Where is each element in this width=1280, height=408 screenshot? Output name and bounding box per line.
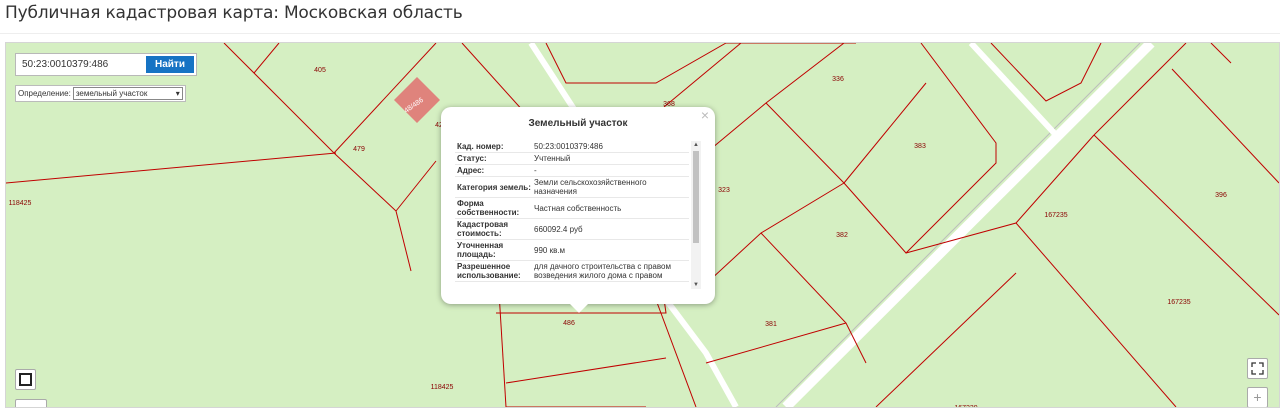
select-area-icon [19, 373, 32, 386]
table-row: Форма собственности: Частная собственност… [455, 198, 689, 219]
road-main-edge [775, 43, 1141, 407]
info-label: Категория земель: [457, 182, 531, 192]
popup-title: Земельный участок [528, 118, 628, 129]
parcel-label: 382 [836, 232, 848, 239]
table-row: Статус: Учтенный [455, 153, 689, 165]
parcel-label: 118425 [9, 200, 32, 207]
search-box: Найти [15, 53, 197, 76]
scroll-down-icon[interactable]: ▼ [691, 281, 701, 289]
fullscreen-icon [1251, 362, 1264, 375]
select-area-button[interactable] [15, 369, 36, 390]
definition-select[interactable]: земельный участок ▾ [72, 87, 183, 100]
info-value: 990 кв.м [534, 245, 566, 255]
scroll-thumb[interactable] [693, 151, 699, 243]
info-value: Земли сельскохозяйственного назначения [534, 178, 647, 196]
parcel-label: 118425 [431, 384, 454, 391]
table-row: Кадастровая стоимость: 660092.4 руб [455, 219, 689, 240]
fullscreen-button[interactable] [1247, 358, 1268, 379]
table-row: Категория земель: Земли сельскохозяйствен… [455, 177, 689, 198]
definition-selected: земельный участок [75, 89, 148, 98]
info-value: - [534, 166, 537, 175]
info-label: Уточненная площадь: [457, 241, 504, 259]
search-button[interactable]: Найти [146, 56, 194, 73]
info-label: Форма собственности: [457, 199, 520, 217]
parcel-label: 405 [314, 67, 326, 74]
parcel-label: 383 [914, 143, 926, 150]
chevron-down-icon: ▾ [175, 89, 180, 98]
popup-scrollbar[interactable]: ▲ ▼ [691, 141, 701, 289]
map-tool-button[interactable] [15, 399, 47, 407]
info-value: 660092.4 руб [534, 224, 583, 234]
info-label: Разрешенное использование: [457, 262, 521, 280]
parcel-label: 381 [765, 321, 777, 328]
cadastral-map[interactable]: 405 336 368 42 479 383 396 323 118425 16… [5, 42, 1280, 408]
definition-row: Определение: земельный участок ▾ [15, 85, 186, 102]
road-main [782, 43, 1155, 407]
parcel-label: 323 [718, 187, 730, 194]
parcel-label: 486 [563, 320, 575, 327]
info-label: Статус: [457, 154, 487, 163]
zoom-in-button[interactable]: + [1247, 387, 1268, 407]
parcel-label: 336 [832, 76, 844, 83]
info-value: Частная собственность [534, 203, 622, 213]
table-row: Адрес: - [455, 165, 689, 177]
table-row: Кад. номер: 50:23:0010379:486 [455, 141, 689, 153]
title-divider [0, 33, 1280, 34]
parcel-popup: × Земельный участок Кад. номер: 50:23:001… [441, 107, 715, 313]
info-value: 50:23:0010379:486 [534, 142, 603, 151]
parcel-label: 167239 [954, 405, 977, 407]
parcel-label: 479 [353, 146, 365, 153]
parcel-info-table: Кад. номер: 50:23:0010379:486 Статус: Учте… [455, 141, 689, 282]
search-input[interactable] [19, 56, 151, 73]
popup-body[interactable]: Кад. номер: 50:23:0010379:486 Статус: Учте… [455, 141, 701, 291]
info-label: Кадастровая стоимость: [457, 220, 509, 238]
table-row: Уточненная площадь: 990 кв.м [455, 240, 689, 261]
parcel-label: 396 [1215, 192, 1227, 199]
table-row: Разрешенное использование: для дачного ст… [455, 261, 689, 282]
parcel-label: 167235 [1044, 212, 1067, 219]
scroll-up-icon[interactable]: ▲ [691, 141, 701, 149]
page-title: Публичная кадастровая карта: Московская … [5, 3, 463, 23]
info-value: Учтенный [534, 154, 571, 163]
info-label: Кад. номер: [457, 142, 504, 151]
road-branch [968, 43, 1059, 138]
parcel-label: 167235 [1167, 299, 1190, 306]
info-value: для дачного строительства с правом возве… [534, 262, 671, 280]
definition-label: Определение: [18, 89, 71, 98]
popup-pointer [570, 304, 588, 313]
info-label: Адрес: [457, 166, 485, 175]
